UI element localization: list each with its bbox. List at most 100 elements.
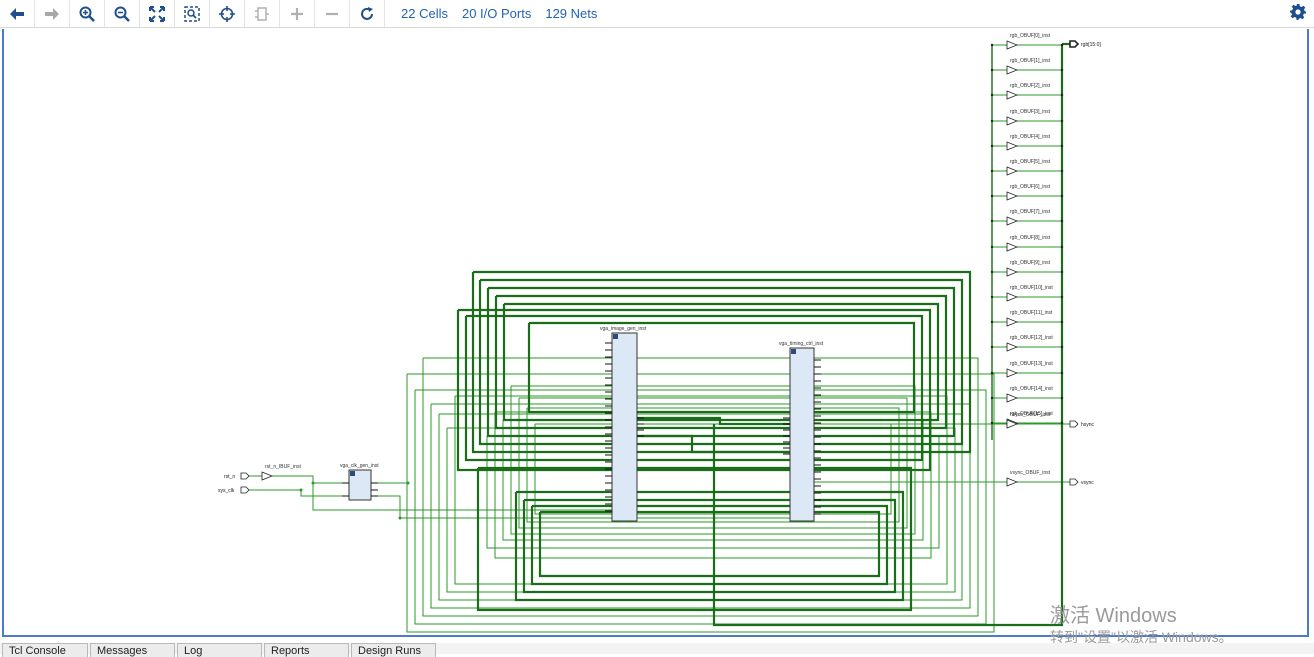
fit-view-icon bbox=[149, 5, 165, 22]
rgb-buffer-label: rgb_OBUF[8]_inst bbox=[1010, 235, 1051, 241]
rgb-buffer-icon bbox=[1006, 342, 1019, 352]
schematic-toolbar: 22 Cells 20 I/O Ports 129 Nets bbox=[0, 0, 1314, 28]
rgb-port-icon[interactable] bbox=[1069, 40, 1080, 48]
rgb-buffer-label: rgb_OBUF[6]_inst bbox=[1010, 184, 1051, 190]
clk-gen-label: vga_clk_gen_inst bbox=[340, 463, 379, 469]
timing-ctrl-label: vga_timing_ctrl_inst bbox=[779, 341, 824, 347]
zoom-in-button[interactable] bbox=[70, 0, 105, 27]
vsync-port-icon[interactable] bbox=[1069, 478, 1079, 486]
junction-dot-icon bbox=[1060, 119, 1064, 123]
junction-dot-icon bbox=[990, 270, 994, 274]
rgb-buffer-label: rgb_OBUF[4]_inst bbox=[1010, 134, 1051, 140]
output-buffers: rgb_OBUF[0]_inst rgb_OBUF[1]_inst rgb_OBUF… bbox=[990, 33, 1064, 428]
junction-dot-icon bbox=[990, 119, 994, 123]
back-button[interactable] bbox=[0, 0, 35, 27]
forward-button[interactable] bbox=[35, 0, 70, 27]
ibuf-label: rst_n_IBUF_inst bbox=[265, 464, 301, 470]
rst-buf-net bbox=[272, 475, 349, 484]
junction-dot-icon bbox=[1060, 194, 1064, 198]
image-gen-cell[interactable] bbox=[611, 332, 638, 522]
junction-dot-icon bbox=[1060, 320, 1064, 324]
vsync-port-label: vsync bbox=[1081, 480, 1094, 486]
junction-dot-icon bbox=[990, 396, 994, 400]
zoom-out-icon bbox=[114, 6, 130, 22]
crosshair-icon bbox=[219, 5, 235, 22]
regenerate-button[interactable] bbox=[245, 0, 280, 27]
junction-dot-icon bbox=[990, 371, 994, 375]
clk-port-icon[interactable] bbox=[240, 486, 250, 494]
junction-dot-icon bbox=[1060, 245, 1064, 249]
vsync-buffer-icon[interactable] bbox=[1006, 477, 1019, 487]
rgb-buffer-icon bbox=[1006, 191, 1019, 201]
junction-dot-icon bbox=[990, 320, 994, 324]
refresh-icon bbox=[361, 6, 373, 20]
select-crosshair-button[interactable] bbox=[210, 0, 245, 27]
bus-net bbox=[476, 466, 913, 612]
cell-marker-icon bbox=[791, 349, 796, 354]
junction-dot-icon bbox=[990, 43, 994, 47]
junction-dot-icon bbox=[1060, 295, 1064, 299]
bus-net bbox=[527, 321, 916, 414]
junction-dot-icon bbox=[1060, 144, 1064, 148]
rgb-buffer-label: rgb_OBUF[9]_inst bbox=[1010, 260, 1051, 266]
rgb-buffer-icon bbox=[1006, 267, 1019, 277]
arrow-left-icon bbox=[10, 7, 24, 20]
junction-dot-icon bbox=[1060, 345, 1064, 349]
junction-dot-icon bbox=[406, 481, 410, 485]
timing-ctrl-cell[interactable] bbox=[789, 347, 815, 522]
fit-view-button[interactable] bbox=[140, 0, 175, 27]
junction-dot-icon bbox=[990, 144, 994, 148]
bus-net bbox=[464, 314, 924, 462]
rgb-buffer-icon bbox=[1006, 166, 1019, 176]
rgb-buffer-icon bbox=[1006, 65, 1019, 75]
junction-dot-icon bbox=[398, 516, 402, 520]
junction-dot-icon bbox=[1060, 43, 1064, 47]
expand-plus-icon bbox=[291, 7, 303, 20]
rgb-buffer-label: rgb_OBUF[0]_inst bbox=[1010, 33, 1051, 39]
tab-tcl-console[interactable]: Tcl Console bbox=[2, 643, 88, 657]
rgb-buffer-icon bbox=[1006, 292, 1019, 302]
junction-dot-icon bbox=[990, 245, 994, 249]
junction-dot-icon bbox=[990, 219, 994, 223]
rst-port-icon[interactable] bbox=[240, 472, 250, 480]
settings-button[interactable] bbox=[1290, 4, 1306, 25]
tab-design-runs[interactable]: Design Runs bbox=[351, 643, 436, 657]
refresh-button[interactable] bbox=[350, 0, 385, 27]
junction-dot-icon bbox=[1060, 421, 1064, 425]
tab-reports[interactable]: Reports bbox=[264, 643, 349, 657]
io-ports-count-link[interactable]: 20 I/O Ports bbox=[462, 6, 531, 21]
rgb-buffer-icon bbox=[1006, 368, 1019, 378]
clk-port-label: sys_clk bbox=[218, 488, 235, 494]
zoom-area-icon bbox=[184, 5, 200, 22]
junction-dot-icon bbox=[990, 93, 994, 97]
nets-count-link[interactable]: 129 Nets bbox=[545, 6, 597, 21]
rgb-buffer-label: rgb_OBUF[5]_inst bbox=[1010, 159, 1051, 165]
regenerate-icon bbox=[255, 6, 269, 21]
cell-marker-icon bbox=[350, 471, 355, 476]
image-gen-label: vga_image_gen_inst bbox=[600, 326, 647, 332]
junction-dot-icon bbox=[1060, 68, 1064, 72]
gear-icon bbox=[1290, 4, 1306, 20]
rgb-buffer-icon bbox=[1006, 317, 1019, 327]
ibuf-triangle-icon[interactable] bbox=[261, 471, 274, 481]
rgb-buffer-icon bbox=[1006, 216, 1019, 226]
junction-dot-icon bbox=[990, 68, 994, 72]
tab-messages[interactable]: Messages bbox=[90, 643, 175, 657]
junction-dot-icon bbox=[990, 421, 994, 425]
zoom-area-button[interactable] bbox=[175, 0, 210, 27]
schematic-canvas[interactable]: vga_clk_gen_inst vga_image_gen_inst vga_… bbox=[2, 29, 1309, 637]
expand-button[interactable] bbox=[280, 0, 315, 27]
tab-log[interactable]: Log bbox=[177, 643, 262, 657]
junction-dot-icon bbox=[1060, 270, 1064, 274]
netlist-stats: 22 Cells 20 I/O Ports 129 Nets bbox=[385, 6, 597, 21]
rgb-buffer-icon bbox=[1006, 242, 1019, 252]
zoom-out-button[interactable] bbox=[105, 0, 140, 27]
clk-net bbox=[249, 489, 349, 497]
vsync-buffer-label: vsync_OBUF_inst bbox=[1010, 470, 1051, 476]
collapse-button[interactable] bbox=[315, 0, 350, 27]
cells-count-link[interactable]: 22 Cells bbox=[401, 6, 448, 21]
rst-port-label: rst_n bbox=[224, 474, 235, 480]
collapse-minus-icon bbox=[326, 12, 338, 15]
hsync-port-icon[interactable] bbox=[1069, 420, 1079, 428]
hsync-port-label: hsync bbox=[1081, 422, 1095, 428]
